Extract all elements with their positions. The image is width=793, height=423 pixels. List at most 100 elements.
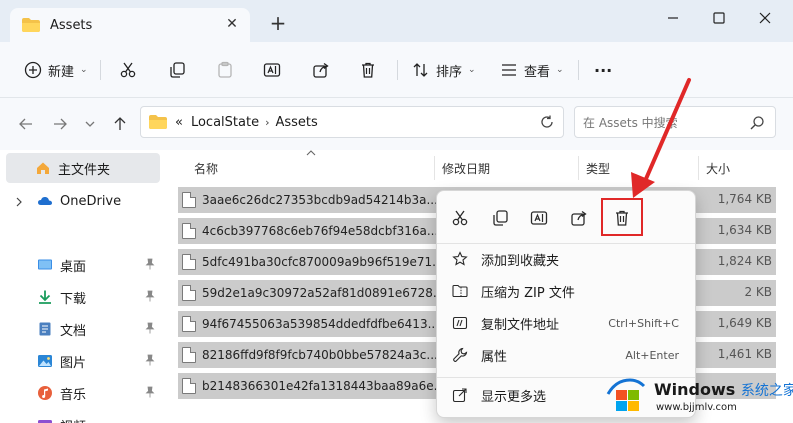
forward-arrow-icon[interactable] <box>50 114 70 134</box>
paste-button[interactable] <box>216 56 234 84</box>
menu-item-label: 添加到收藏夹 <box>481 253 560 269</box>
breadcrumb-separator-icon[interactable]: › <box>265 116 269 129</box>
context-share-button[interactable] <box>565 205 593 231</box>
file-size: 1,461 KB <box>717 347 772 361</box>
column-header-type[interactable]: 类型 <box>586 158 610 178</box>
menu-item-label: 复制文件地址 <box>481 317 560 333</box>
breadcrumb-localstate[interactable]: LocalState <box>191 115 259 130</box>
sidebar-item-label: 图片 <box>60 355 87 371</box>
more-options-button[interactable]: ··· <box>594 56 612 84</box>
file-name: 82186ffd9f8f9fcb740b0bbe57824a3c... <box>202 348 438 362</box>
breadcrumb-assets[interactable]: Assets <box>275 115 317 130</box>
toolbar-divider <box>578 60 579 80</box>
column-header-label: 类型 <box>586 161 611 176</box>
chevron-down-icon: ⌄ <box>80 65 88 75</box>
sort-icon <box>413 63 428 77</box>
menu-item-properties[interactable]: 属性 Alt+Enter <box>443 340 689 370</box>
sidebar-item-onedrive[interactable]: OneDrive <box>6 186 160 216</box>
delete-button[interactable] <box>359 56 377 84</box>
desktop-icon <box>36 257 54 273</box>
context-cut-button[interactable] <box>446 205 474 231</box>
document-icon <box>36 321 54 337</box>
sort-button[interactable]: 排序 ⌄ <box>412 56 476 84</box>
new-button-label: 新建 <box>48 64 75 80</box>
rename-icon <box>263 63 281 77</box>
search-input[interactable] <box>583 113 743 133</box>
title-bar: Assets ✕ + <box>0 0 793 42</box>
video-icon <box>36 417 54 423</box>
new-tab-button[interactable]: + <box>268 13 288 34</box>
share-button[interactable] <box>312 56 330 84</box>
file-name: 3aae6c26dc27353bcdb9ad54214b3a... <box>202 193 438 207</box>
menu-item-label: 压缩为 ZIP 文件 <box>481 285 575 301</box>
file-size: 2 KB <box>744 285 772 299</box>
file-icon <box>182 192 196 208</box>
sidebar-item-home[interactable]: 主文件夹 <box>6 153 160 183</box>
maximize-icon[interactable] <box>701 6 737 30</box>
sidebar-item-desktop[interactable]: 桌面 <box>6 250 160 280</box>
pin-icon[interactable] <box>144 290 156 302</box>
column-divider[interactable] <box>578 156 579 180</box>
file-icon <box>182 285 196 301</box>
context-rename-button[interactable] <box>525 205 553 231</box>
music-icon <box>36 385 54 401</box>
minimize-icon[interactable] <box>655 6 691 30</box>
close-tab-icon[interactable]: ✕ <box>224 16 240 32</box>
pin-icon[interactable] <box>144 354 156 366</box>
menu-item-compress-zip[interactable]: 压缩为 ZIP 文件 <box>443 276 689 306</box>
recent-locations-chevron-icon[interactable] <box>80 114 100 134</box>
sidebar-item-pictures[interactable]: 图片 <box>6 346 160 376</box>
sidebar-item-downloads[interactable]: 下载 <box>6 282 160 312</box>
menu-item-copy-path[interactable]: 复制文件地址 Ctrl+Shift+C <box>443 308 689 338</box>
tab-assets[interactable]: Assets ✕ <box>10 8 250 42</box>
sidebar-item-label: 音乐 <box>60 387 87 403</box>
menu-item-label: 显示更多选 <box>481 389 547 405</box>
breadcrumb-overflow[interactable]: « <box>175 115 183 130</box>
view-button[interactable]: 查看 ⌄ <box>500 56 564 84</box>
file-name: 5dfc491ba30cfc870009a9b96f519e71... <box>202 255 438 269</box>
sidebar-item-label: 下载 <box>60 291 87 307</box>
column-divider[interactable] <box>698 156 699 180</box>
column-divider[interactable] <box>434 156 435 180</box>
pin-icon[interactable] <box>144 386 156 398</box>
watermark-title: Windows 系统之家 <box>654 380 793 400</box>
command-bar: 新建 ⌄ 排序 ⌄ 查看 ⌄ ··· <box>0 42 793 98</box>
sidebar-item-label: 视频 <box>60 416 86 423</box>
rename-button[interactable] <box>263 56 281 84</box>
sidebar-item-label: 桌面 <box>60 259 87 275</box>
column-header-name[interactable]: 名称 <box>194 158 218 178</box>
wrench-icon <box>451 346 469 364</box>
watermark-title-text: Windows <box>654 380 736 399</box>
close-window-icon[interactable] <box>747 6 783 30</box>
file-size: 1,634 KB <box>717 223 772 237</box>
pin-icon[interactable] <box>144 322 156 334</box>
cloud-icon <box>36 193 54 209</box>
file-name: b2148366301e42fa1318443baa89a6e... <box>202 379 438 393</box>
cut-button[interactable] <box>119 56 137 84</box>
sidebar-item-label: 主文件夹 <box>58 162 111 178</box>
file-icon <box>182 316 196 332</box>
new-button[interactable]: 新建 ⌄ <box>24 56 88 84</box>
column-header-size[interactable]: 大小 <box>706 158 730 178</box>
sidebar-item-music[interactable]: 音乐 <box>6 378 160 408</box>
back-arrow-icon[interactable] <box>16 114 36 134</box>
sidebar-item-label: 文档 <box>60 323 87 339</box>
chevron-down-icon: ⌄ <box>556 65 564 75</box>
address-bar[interactable]: « LocalState › Assets <box>140 106 564 138</box>
windows-logo-icon <box>606 378 646 411</box>
toolbar-divider <box>100 60 101 80</box>
context-copy-button[interactable] <box>486 205 514 231</box>
up-arrow-icon[interactable] <box>110 114 130 134</box>
column-header-modified[interactable]: 修改日期 <box>442 158 490 178</box>
view-button-label: 查看 <box>524 64 551 80</box>
copy-button[interactable] <box>168 56 186 84</box>
sidebar-item-documents[interactable]: 文档 <box>6 314 160 344</box>
file-size: 1,649 KB <box>717 316 772 330</box>
sidebar-item-videos[interactable]: 视频 <box>6 410 160 423</box>
pin-icon[interactable] <box>144 258 156 270</box>
menu-item-add-to-favorites[interactable]: 添加到收藏夹 <box>443 244 689 274</box>
search-box[interactable] <box>574 106 776 138</box>
refresh-icon[interactable] <box>539 114 555 130</box>
open-external-icon <box>451 386 469 404</box>
search-icon[interactable] <box>749 115 765 131</box>
